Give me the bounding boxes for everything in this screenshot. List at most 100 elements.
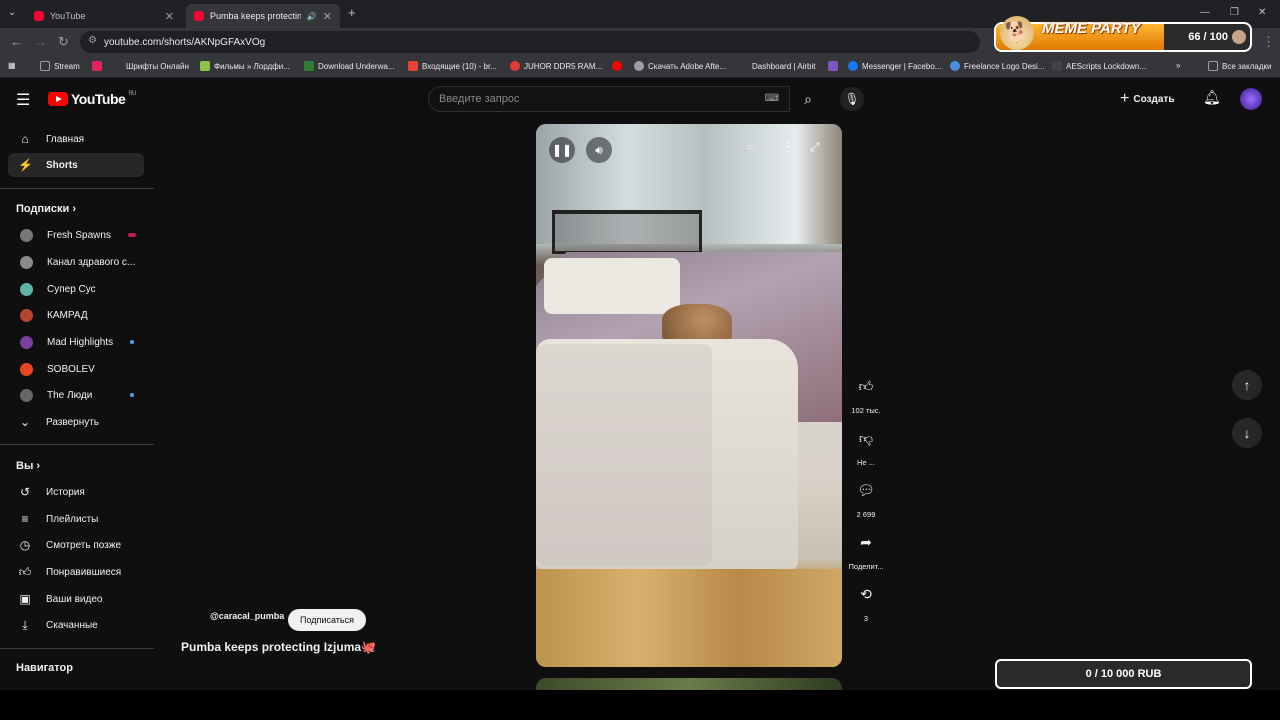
short-title[interactable]: Pumba keeps protecting Izjuma🐙 bbox=[181, 640, 376, 654]
more-options-icon[interactable]: ⋮ bbox=[782, 140, 794, 154]
channel-handle[interactable]: @caracal_pumba bbox=[210, 611, 284, 621]
bookmark-youtube[interactable] bbox=[612, 61, 622, 71]
video-frame-floor bbox=[536, 569, 842, 667]
chevron-down-icon: ⌄ bbox=[19, 415, 31, 429]
sidebar-item-your-videos[interactable]: ▣ Ваши видео bbox=[8, 587, 144, 611]
subscribe-button[interactable]: Подписаться bbox=[288, 609, 366, 631]
site-info-icon[interactable]: ⚙ bbox=[88, 35, 97, 46]
short-video-player[interactable]: ❚❚ 🔊︎ ▭ ⋮ ⤢ bbox=[536, 124, 842, 667]
bookmark-films[interactable]: Фильмы » Лордфи... bbox=[200, 61, 290, 71]
bookmark-messenger[interactable]: Messenger | Facebo... bbox=[848, 61, 941, 71]
hamburger-menu-icon[interactable]: ☰ bbox=[16, 90, 30, 110]
maximize-icon[interactable]: ❐ bbox=[1230, 7, 1239, 18]
remix-button[interactable]: ⟲ 3 bbox=[846, 578, 886, 623]
arrow-up-icon: ↑ bbox=[1243, 377, 1251, 393]
sidebar-item-watch-later[interactable]: ◷ Смотреть позже bbox=[8, 533, 144, 557]
captions-icon[interactable]: ▭ bbox=[746, 142, 755, 153]
like-count: 102 тыс. bbox=[851, 406, 881, 415]
close-window-icon[interactable]: ✕ bbox=[1258, 7, 1266, 18]
sidebar-item-downloads[interactable]: ⤓ Скачанные bbox=[8, 613, 144, 637]
next-short-button[interactable]: ↓ bbox=[1232, 418, 1262, 448]
sidebar-item-shorts[interactable]: ⚡ Shorts bbox=[8, 153, 144, 177]
tab-pumba-short[interactable]: Pumba keeps protecting Iz 🔊 ✕ bbox=[186, 4, 340, 28]
close-tab-icon[interactable]: ✕ bbox=[165, 10, 174, 23]
comments-button[interactable]: 💬︎ 2 699 bbox=[846, 474, 886, 519]
all-bookmarks[interactable]: Все закладки bbox=[1208, 61, 1271, 71]
sidebar-item-label: The Люди bbox=[47, 389, 93, 401]
doge-icon: 🐕 bbox=[1000, 16, 1034, 50]
bookmark-stream[interactable]: Stream bbox=[40, 61, 80, 71]
bookmark-aescripts[interactable]: AEScripts Lockdown... bbox=[1052, 61, 1146, 71]
sidebar-subscription-mad-highlights[interactable]: Mad Highlights bbox=[8, 330, 144, 354]
meme-party-title: MEME PARTY bbox=[1042, 20, 1141, 37]
bookmark-twitch[interactable] bbox=[828, 61, 838, 71]
sidebar-item-playlists[interactable]: ≡ Плейлисты bbox=[8, 507, 144, 531]
minimize-icon[interactable]: — bbox=[1200, 7, 1210, 18]
donation-goal-text: 0 / 10 000 RUB bbox=[1085, 668, 1162, 680]
bookmark-gmail[interactable]: Входящие (10) - br... bbox=[408, 61, 497, 71]
share-button[interactable]: ➦ Поделит... bbox=[846, 526, 886, 571]
bookmark-adobe[interactable]: Скачать Adobe Afte... bbox=[634, 61, 726, 71]
like-button[interactable]: 👍︎ 102 тыс. bbox=[846, 370, 886, 415]
close-tab-icon[interactable]: ✕ bbox=[323, 10, 332, 23]
search-input[interactable]: Введите запрос ⌨ bbox=[428, 86, 790, 112]
dislike-label: Не ... bbox=[857, 458, 875, 467]
you-heading[interactable]: Вы › bbox=[16, 460, 40, 472]
bookmark-icon-only[interactable] bbox=[92, 61, 102, 71]
microphone-icon: 🎙 bbox=[844, 92, 860, 106]
tab-search-icon[interactable]: ⌄ bbox=[8, 7, 16, 18]
tab-youtube[interactable]: YouTube ✕ bbox=[26, 4, 182, 28]
video-frame-caracal bbox=[662, 304, 732, 344]
thumbs-up-icon: 👍︎ bbox=[850, 370, 882, 402]
forward-icon[interactable]: → bbox=[34, 34, 47, 49]
subscriptions-heading[interactable]: Подписки › bbox=[16, 203, 76, 215]
next-short-preview[interactable] bbox=[536, 678, 842, 690]
back-icon[interactable]: ← bbox=[10, 34, 23, 49]
sidebar-expand[interactable]: ⌄ Развернуть bbox=[8, 410, 144, 434]
fullscreen-icon[interactable]: ⤢ bbox=[810, 140, 820, 155]
new-tab-icon[interactable]: + bbox=[348, 5, 356, 20]
avatar[interactable] bbox=[1240, 88, 1262, 110]
more-bookmarks-icon[interactable]: » bbox=[1176, 61, 1180, 70]
keyboard-icon[interactable]: ⌨ bbox=[765, 93, 779, 104]
volume-button[interactable]: 🔊︎ bbox=[586, 137, 612, 163]
globe-icon bbox=[634, 61, 644, 71]
reload-icon[interactable]: ↻ bbox=[58, 34, 69, 50]
audio-playing-icon[interactable]: 🔊 bbox=[307, 12, 317, 21]
address-bar[interactable]: ⚙ youtube.com/shorts/AKNpGFAxVOg bbox=[80, 31, 980, 53]
bookmark-freelance-logo[interactable]: Freelance Logo Desi... bbox=[950, 61, 1045, 71]
youtube-logo[interactable]: YouTube RU bbox=[48, 91, 136, 107]
bookmark-favicon-icon bbox=[1052, 61, 1062, 71]
pause-button[interactable]: ❚❚ bbox=[549, 137, 575, 163]
apps-grid-icon[interactable]: ▦ bbox=[8, 61, 16, 70]
sidebar-subscription-sobolev[interactable]: SOBOLEV bbox=[8, 357, 144, 381]
bottom-black-bar bbox=[0, 690, 1280, 720]
bookmark-fonts[interactable]: Шрифты Онлайн bbox=[112, 61, 189, 71]
sidebar-subscription-super-sus[interactable]: Супер Сус bbox=[8, 277, 144, 301]
sidebar-item-home[interactable]: ⌂ Главная bbox=[8, 127, 144, 151]
folder-icon bbox=[40, 61, 50, 71]
create-button[interactable]: + Создать bbox=[1120, 87, 1174, 111]
voice-search-button[interactable]: 🎙 bbox=[840, 87, 864, 111]
sidebar: ⌂ Главная ⚡ Shorts Подписки › Fresh Spaw… bbox=[0, 122, 154, 692]
sidebar-subscription-fresh-spawns[interactable]: Fresh Spawns bbox=[8, 223, 144, 247]
dislike-button[interactable]: 👎︎ Не ... bbox=[846, 422, 886, 467]
previous-short-button[interactable]: ↑ bbox=[1232, 370, 1262, 400]
sidebar-subscription-healthy-channel[interactable]: Канал здравого с... bbox=[8, 250, 144, 274]
sidebar-item-label: Смотреть позже bbox=[46, 539, 122, 551]
coin-icon bbox=[1232, 30, 1246, 44]
bookmark-download[interactable]: Download Underwa... bbox=[304, 61, 394, 71]
chevron-right-icon: › bbox=[72, 203, 76, 215]
sidebar-subscription-kamrad[interactable]: КАМРАД bbox=[8, 303, 144, 327]
browser-menu-icon[interactable]: ⋮ bbox=[1262, 34, 1275, 50]
bookmark-juhor[interactable]: JUHOR DDR5 RAM... bbox=[510, 61, 602, 71]
sidebar-subscription-the-people[interactable]: The Люди bbox=[8, 383, 144, 407]
notifications-bell-icon[interactable]: 🔔︎ bbox=[1203, 89, 1221, 106]
search-button[interactable]: ⌕ bbox=[790, 86, 826, 112]
youtube-favicon-icon bbox=[194, 11, 204, 21]
bookmark-airbit[interactable]: Dashboard | Airbit bbox=[738, 61, 815, 71]
sidebar-item-history[interactable]: ↺ История bbox=[8, 480, 144, 504]
watch-later-icon: ◷ bbox=[19, 538, 31, 552]
tab-label: YouTube bbox=[50, 11, 86, 21]
sidebar-item-liked[interactable]: 👍︎ Понравившиеся bbox=[8, 560, 144, 584]
